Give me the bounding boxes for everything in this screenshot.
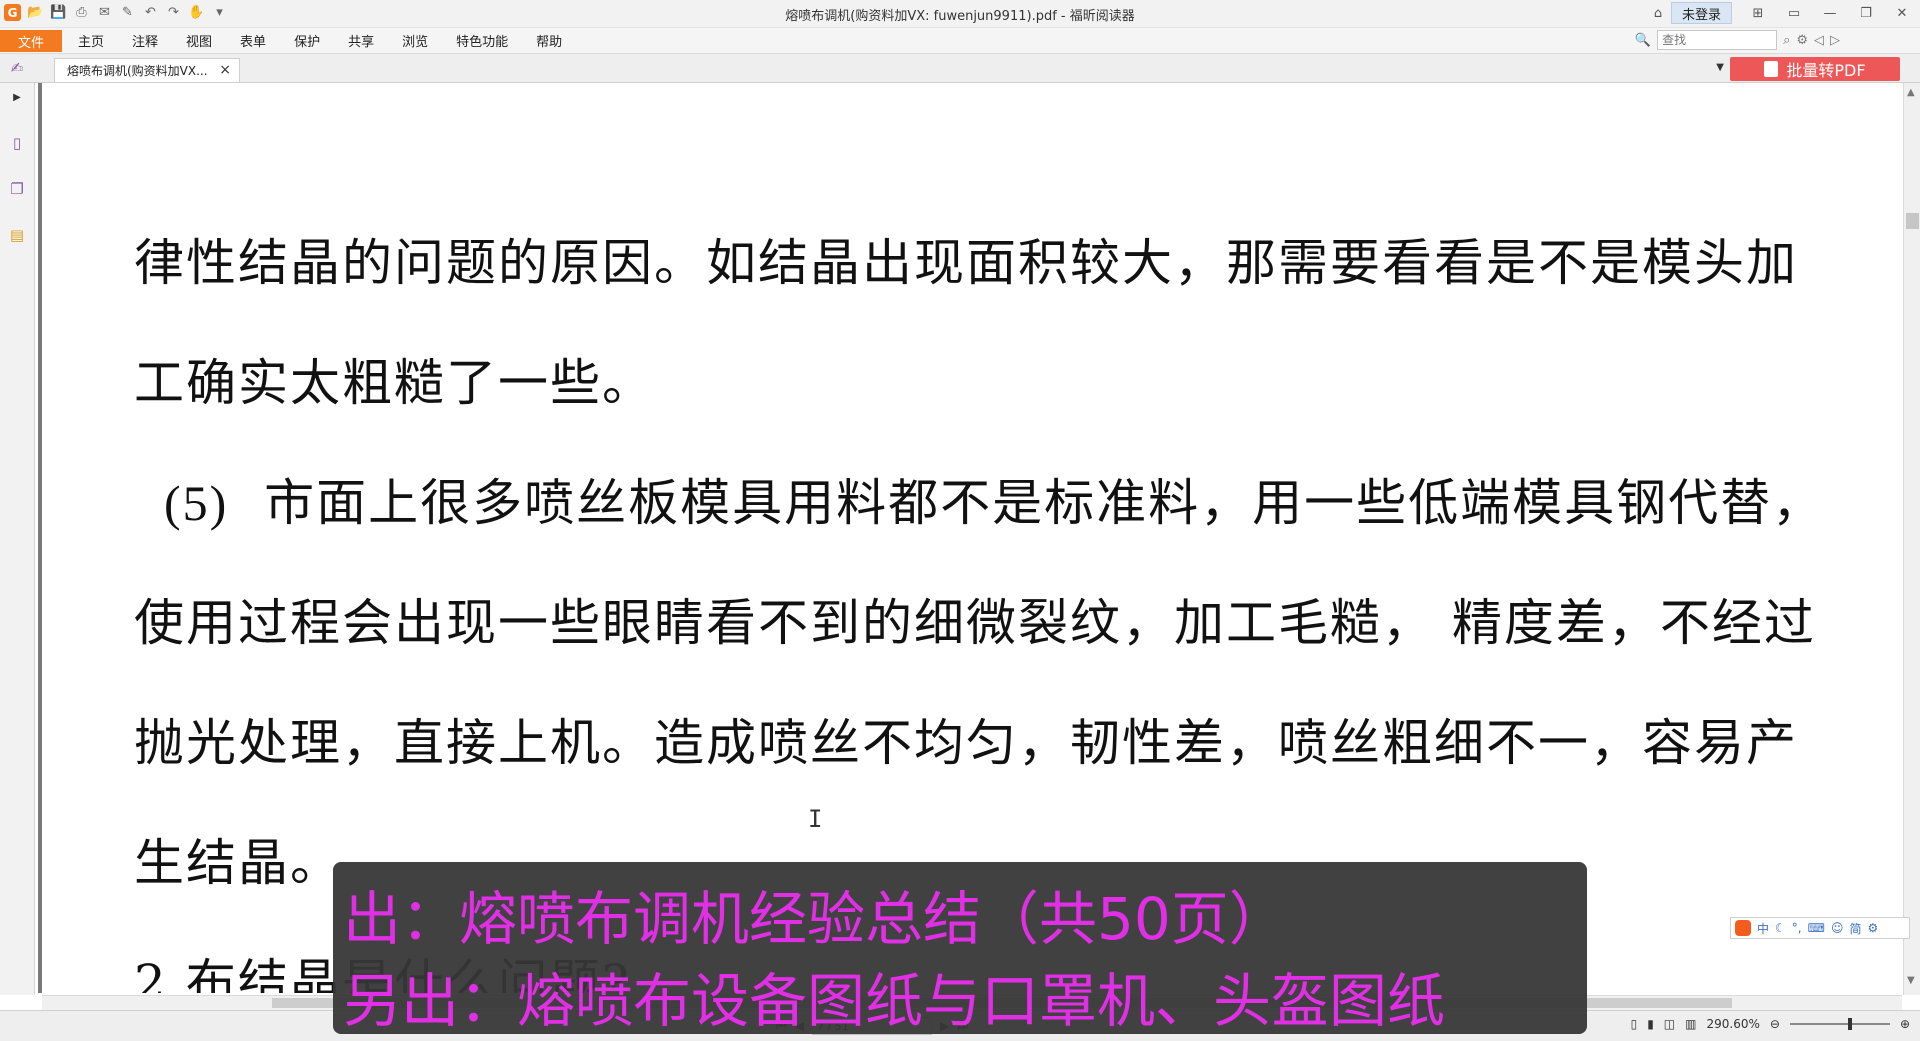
batch-convert-label: 批量转PDF [1786,61,1866,80]
zoom-slider-knob[interactable] [1847,1018,1852,1030]
ime-toolbar: 中 ☾ °, ⌨ ☺ 简 ⚙ [1730,917,1910,939]
ime-logo-icon[interactable] [1735,920,1751,936]
prev-result-icon[interactable]: ◁ [1814,33,1824,48]
document-tab[interactable]: 熔喷布调机(购资料加VX... × [54,58,240,82]
ime-user-icon[interactable]: ☺ [1831,921,1844,935]
bookmark-icon[interactable]: ▯ [8,133,26,153]
doc-line-3: (5) 市面上很多喷丝板模具用料都不是标准料，用一些低端模具钢代替， [164,463,1824,535]
window-title: 熔喷布调机(购资料加VX: fuwenjun9911).pdf - 福昕阅读器 [785,9,1135,24]
menu-features[interactable]: 特色功能 [442,31,522,50]
ime-punct-icon[interactable]: °, [1792,921,1802,935]
ime-settings-icon[interactable]: ⚙ [1867,921,1878,935]
pages-thumbnail-icon[interactable]: ❐ [8,179,26,199]
menu-view[interactable]: 视图 [172,31,226,50]
document-view[interactable]: 律性结晶的问题的原因。如结晶出现面积较大，那需要看看是不是模头加 工确实太粗糙了… [42,83,1902,993]
find-folder-icon[interactable]: 🔍 [1635,33,1651,48]
two-page-continuous-icon[interactable]: ▥ [1685,1017,1696,1031]
overlay-banner: 出：熔喷布调机经验总结（共50页） 另出：熔喷布设备图纸与口罩机、头盔图纸 [333,862,1587,1035]
menu-help[interactable]: 帮助 [522,31,576,50]
continuous-page-icon[interactable]: ▮ [1647,1017,1654,1031]
search-input[interactable] [1657,30,1778,50]
zoom-level[interactable]: 290.60% [1706,1017,1759,1031]
next-result-icon[interactable]: ▷ [1830,33,1840,48]
vertical-scrollbar[interactable]: ▲ ▼ [1903,83,1920,995]
skin-icon[interactable]: ⌂ [1645,0,1671,26]
banner-line-2: 另出：熔喷布设备图纸与口罩机、头盔图纸 [343,967,1446,1035]
search-area: 🔍 ⌕ ⚙ ◁ ▷ [1635,30,1840,50]
view-controls: ▯ ▮ ◫ ▥ 290.60% ⊖ ⊕ [1631,1017,1910,1031]
login-button[interactable]: 未登录 [1670,2,1732,24]
comments-panel-icon[interactable]: ▤ [8,225,26,245]
title-bar: G 📂 💾 ⎙ ✉ ✎ ↶ ↷ ✋ ▾ 熔喷布调机(购资料加VX: fuwenj… [0,0,1920,28]
layout-icon[interactable]: ⊞ [1740,0,1776,26]
scroll-up-icon[interactable]: ▲ [1907,87,1915,98]
ime-chinese-mode[interactable]: 中 [1757,920,1769,937]
file-menu-button[interactable]: 文件 [0,30,62,52]
search-icon[interactable]: ⌕ [1783,33,1790,48]
tab-bar: ✍ 熔喷布调机(购资料加VX... × ▼ 批量转PDF [0,54,1920,83]
menu-home[interactable]: 主页 [64,31,118,50]
document-tab-label: 熔喷布调机(购资料加VX... [67,64,208,78]
two-page-icon[interactable]: ◫ [1664,1017,1675,1031]
item-number: (5) [164,475,229,531]
zoom-in-icon[interactable]: ⊕ [1900,1017,1910,1031]
menu-protect[interactable]: 保护 [280,31,334,50]
restore-ribbon-icon[interactable]: ▭ [1776,0,1812,26]
banner-line-1: 出：熔喷布调机经验总结（共50页） [343,885,1287,953]
sign-icon[interactable]: ✍ [8,58,26,78]
doc-line-4: 使用过程会出现一些眼睛看不到的细微裂纹，加工毛糙， 精度差，不经过 [134,594,1816,652]
ime-keyboard-icon[interactable]: ⌨ [1808,921,1825,935]
batch-convert-button[interactable]: 批量转PDF [1730,57,1900,81]
vertical-scroll-thumb[interactable] [1906,213,1919,229]
menu-comment[interactable]: 注释 [118,31,172,50]
zoom-out-icon[interactable]: ⊖ [1770,1017,1780,1031]
doc-line-1: 律性结晶的问题的原因。如结晶出现面积较大，那需要看看是不是模头加 [134,234,1798,292]
doc-line-2: 工确实太粗糙了一些。 [134,354,654,412]
close-button[interactable]: ✕ [1884,0,1920,26]
single-page-icon[interactable]: ▯ [1631,1017,1638,1031]
doc-line-5: 抛光处理，直接上机。造成喷丝不均匀，韧性差，喷丝粗细不一，容易产 [134,714,1798,772]
maximize-button[interactable]: ❐ [1848,0,1884,26]
ime-moon-icon[interactable]: ☾ [1775,921,1786,935]
left-sidebar: ▶ ▯ ❐ ▤ [0,83,35,995]
menu-form[interactable]: 表单 [226,31,280,50]
menu-items: 主页 注释 视图 表单 保护 共享 浏览 特色功能 帮助 [64,28,576,53]
doc-line-3-text: 市面上很多喷丝板模具用料都不是标准料，用一些低端模具钢代替， [264,474,1825,532]
ime-simplified-mode[interactable]: 简 [1849,920,1861,937]
menu-share[interactable]: 共享 [334,31,388,50]
window-controls: ⌂ 未登录 ⊞ ▭ — ❐ ✕ [1645,0,1920,26]
doc-line-6: 生结晶。 [134,834,342,892]
text-cursor-icon: I [808,805,823,833]
menu-bar: 文件 主页 注释 视图 表单 保护 共享 浏览 特色功能 帮助 🔍 ⌕ ⚙ ◁ … [0,28,1920,54]
menu-browse[interactable]: 浏览 [388,31,442,50]
scroll-down-icon[interactable]: ▼ [1907,975,1915,986]
tab-close-icon[interactable]: × [219,62,231,78]
pdf-doc-icon [1764,61,1779,77]
expand-sidebar-icon[interactable]: ▶ [8,87,26,107]
minimize-button[interactable]: — [1812,0,1848,26]
tab-list-dropdown-icon[interactable]: ▼ [1716,62,1724,73]
zoom-slider[interactable] [1789,1018,1890,1030]
settings-icon[interactable]: ⚙ [1796,33,1808,48]
